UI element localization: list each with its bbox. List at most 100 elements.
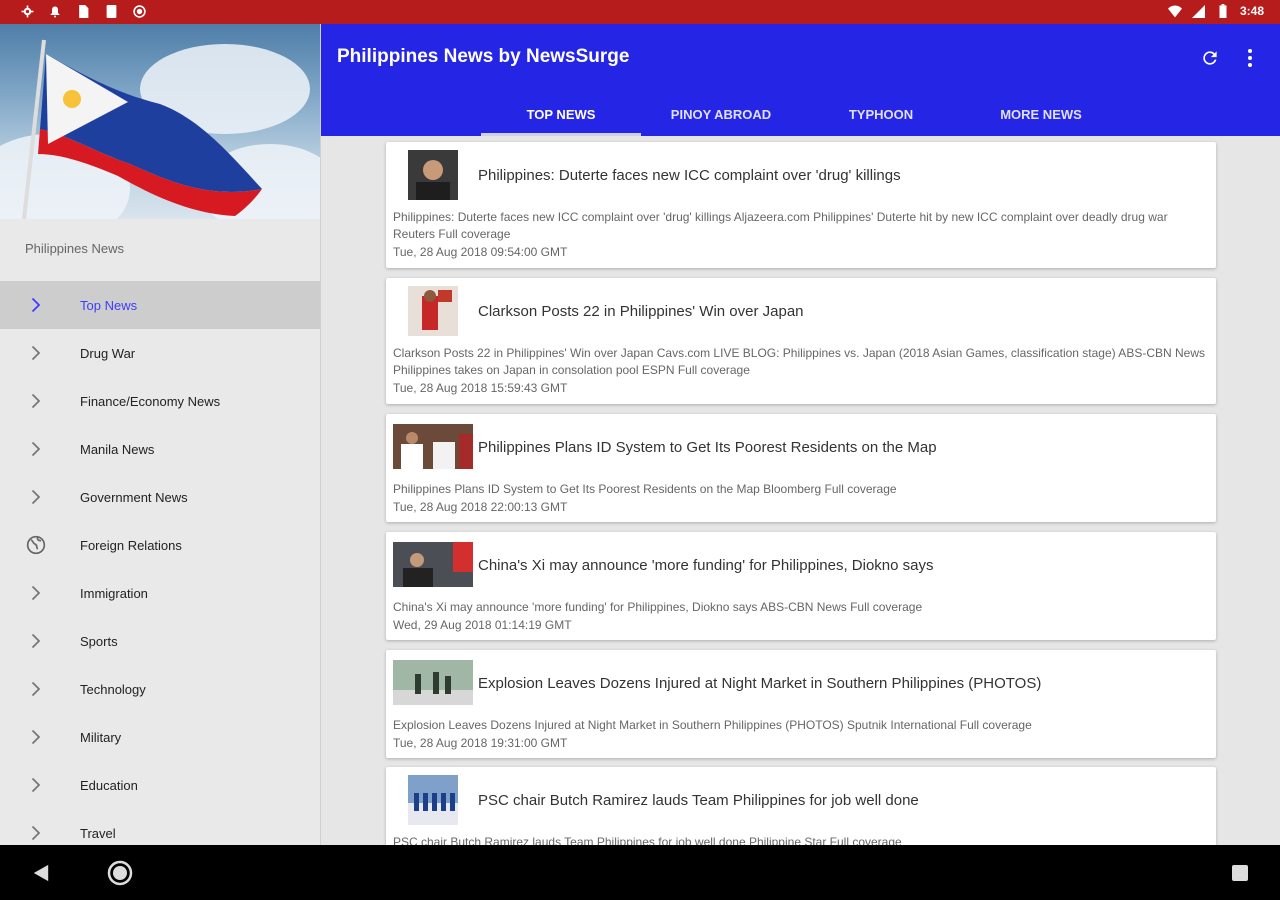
news-thumbnail bbox=[393, 660, 473, 705]
drawer-item-foreign-relations[interactable]: Foreign Relations bbox=[0, 521, 320, 569]
news-date: Tue, 28 Aug 2018 22:00:13 GMT bbox=[393, 500, 568, 514]
battery-icon bbox=[1216, 4, 1230, 18]
drawer-item-label: Top News bbox=[80, 297, 138, 313]
clock: 3:48 bbox=[1239, 4, 1264, 18]
back-icon bbox=[33, 864, 49, 882]
news-thumbnail bbox=[408, 150, 458, 200]
news-card[interactable]: PSC chair Butch Ramirez lauds Team Phili… bbox=[386, 767, 1216, 845]
system-navigation-bar bbox=[0, 845, 1280, 900]
globe-icon bbox=[26, 535, 46, 555]
sim-card-icon bbox=[76, 4, 90, 18]
news-summary: Clarkson Posts 22 in Philippines' Win ov… bbox=[393, 346, 1205, 377]
drawer-item-label: Government News bbox=[80, 489, 188, 505]
more-vert-icon bbox=[1248, 49, 1252, 67]
chevron-right-icon bbox=[26, 295, 46, 315]
news-description: Philippines Plans ID System to Get Its P… bbox=[393, 481, 1208, 516]
back-button[interactable] bbox=[27, 859, 55, 887]
drawer-section-title: Philippines News bbox=[25, 241, 124, 256]
news-thumbnail bbox=[393, 542, 473, 587]
news-date: Tue, 28 Aug 2018 09:54:00 GMT bbox=[393, 245, 568, 259]
news-title: Philippines Plans ID System to Get Its P… bbox=[478, 439, 937, 456]
news-title: PSC chair Butch Ramirez lauds Team Phili… bbox=[478, 792, 919, 809]
record-icon bbox=[132, 4, 146, 18]
news-title: China's Xi may announce 'more funding' f… bbox=[478, 557, 934, 574]
news-card[interactable]: Philippines Plans ID System to Get Its P… bbox=[386, 414, 1216, 522]
drawer-item-label: Foreign Relations bbox=[80, 537, 182, 553]
drawer-item-immigration[interactable]: Immigration bbox=[0, 569, 320, 617]
tab-bar: TOP NEWS PINOY ABROAD TYPHOON MORE NEWS bbox=[481, 92, 1121, 136]
wifi-icon bbox=[1167, 4, 1182, 18]
news-title: Explosion Leaves Dozens Injured at Night… bbox=[478, 675, 1042, 692]
drawer-item-label: Immigration bbox=[80, 585, 148, 601]
drawer-item-education[interactable]: Education bbox=[0, 761, 320, 809]
recents-button[interactable] bbox=[1226, 859, 1254, 887]
news-list: Philippines: Duterte faces new ICC compl… bbox=[321, 136, 1280, 845]
news-description: Philippines: Duterte faces new ICC compl… bbox=[393, 209, 1208, 261]
settings-icon bbox=[20, 4, 34, 18]
notification-bell-icon bbox=[48, 4, 62, 18]
drawer-item-finance-economy-news[interactable]: Finance/Economy News bbox=[0, 377, 320, 425]
drawer-item-military[interactable]: Military bbox=[0, 713, 320, 761]
app-bar: Philippines News by NewsSurge TOP NEWS PI… bbox=[321, 24, 1280, 136]
news-card[interactable]: Philippines: Duterte faces new ICC compl… bbox=[386, 142, 1216, 268]
tab-pinoy-abroad[interactable]: PINOY ABROAD bbox=[641, 92, 801, 136]
status-bar: 3:48 bbox=[0, 0, 1280, 24]
signal-icon bbox=[1192, 4, 1206, 18]
document-icon bbox=[104, 4, 118, 18]
news-thumbnail bbox=[393, 424, 473, 469]
chevron-right-icon bbox=[26, 823, 46, 843]
news-card[interactable]: China's Xi may announce 'more funding' f… bbox=[386, 532, 1216, 640]
navigation-drawer: Philippines News Top News Drug War Finance… bbox=[0, 24, 321, 845]
news-summary: China's Xi may announce 'more funding' f… bbox=[393, 600, 923, 614]
tab-more-news[interactable]: MORE NEWS bbox=[961, 92, 1121, 136]
tab-typhoon[interactable]: TYPHOON bbox=[801, 92, 961, 136]
chevron-right-icon bbox=[26, 439, 46, 459]
news-card[interactable]: Clarkson Posts 22 in Philippines' Win ov… bbox=[386, 278, 1216, 404]
drawer-item-drug-war[interactable]: Drug War bbox=[0, 329, 320, 377]
overflow-menu-button[interactable] bbox=[1236, 44, 1264, 72]
news-card[interactable]: Explosion Leaves Dozens Injured at Night… bbox=[386, 650, 1216, 758]
news-summary: Philippines: Duterte faces new ICC compl… bbox=[393, 210, 1168, 241]
home-icon bbox=[107, 860, 133, 886]
drawer-item-label: Education bbox=[80, 777, 138, 793]
home-button[interactable] bbox=[106, 859, 134, 887]
drawer-item-government-news[interactable]: Government News bbox=[0, 473, 320, 521]
news-description: Clarkson Posts 22 in Philippines' Win ov… bbox=[393, 345, 1208, 397]
drawer-header-image bbox=[0, 24, 320, 219]
chevron-right-icon bbox=[26, 727, 46, 747]
drawer-item-sports[interactable]: Sports bbox=[0, 617, 320, 665]
chevron-right-icon bbox=[26, 679, 46, 699]
news-description: China's Xi may announce 'more funding' f… bbox=[393, 599, 1208, 634]
news-description: PSC chair Butch Ramirez lauds Team Phili… bbox=[393, 834, 1208, 845]
drawer-item-technology[interactable]: Technology bbox=[0, 665, 320, 713]
drawer-nav-list: Top News Drug War Finance/Economy News Mani… bbox=[0, 281, 320, 845]
news-date: Wed, 29 Aug 2018 01:14:19 GMT bbox=[393, 618, 572, 632]
drawer-item-label: Drug War bbox=[80, 345, 136, 361]
news-date: Tue, 28 Aug 2018 15:59:43 GMT bbox=[393, 381, 568, 395]
news-summary: Philippines Plans ID System to Get Its P… bbox=[393, 482, 897, 496]
drawer-item-travel[interactable]: Travel bbox=[0, 809, 320, 845]
chevron-right-icon bbox=[26, 391, 46, 411]
drawer-item-top-news[interactable]: Top News bbox=[0, 281, 320, 329]
news-thumbnail bbox=[408, 286, 458, 336]
drawer-item-label: Military bbox=[80, 729, 122, 745]
news-summary: Explosion Leaves Dozens Injured at Night… bbox=[393, 718, 1032, 732]
chevron-right-icon bbox=[26, 631, 46, 651]
news-title: Philippines: Duterte faces new ICC compl… bbox=[478, 167, 901, 184]
drawer-item-label: Technology bbox=[80, 681, 146, 697]
recents-icon bbox=[1232, 865, 1248, 881]
drawer-item-manila-news[interactable]: Manila News bbox=[0, 425, 320, 473]
refresh-button[interactable] bbox=[1196, 44, 1224, 72]
news-date: Tue, 28 Aug 2018 19:31:00 GMT bbox=[393, 736, 568, 750]
drawer-item-label: Sports bbox=[80, 633, 118, 649]
refresh-icon bbox=[1203, 51, 1217, 65]
chevron-right-icon bbox=[26, 583, 46, 603]
chevron-right-icon bbox=[26, 487, 46, 507]
tab-top-news[interactable]: TOP NEWS bbox=[481, 92, 641, 136]
drawer-item-label: Travel bbox=[80, 825, 116, 841]
chevron-right-icon bbox=[26, 343, 46, 363]
news-description: Explosion Leaves Dozens Injured at Night… bbox=[393, 717, 1208, 752]
news-thumbnail bbox=[408, 775, 458, 825]
app-title: Philippines News by NewsSurge bbox=[337, 46, 630, 67]
news-summary: PSC chair Butch Ramirez lauds Team Phili… bbox=[393, 835, 902, 845]
